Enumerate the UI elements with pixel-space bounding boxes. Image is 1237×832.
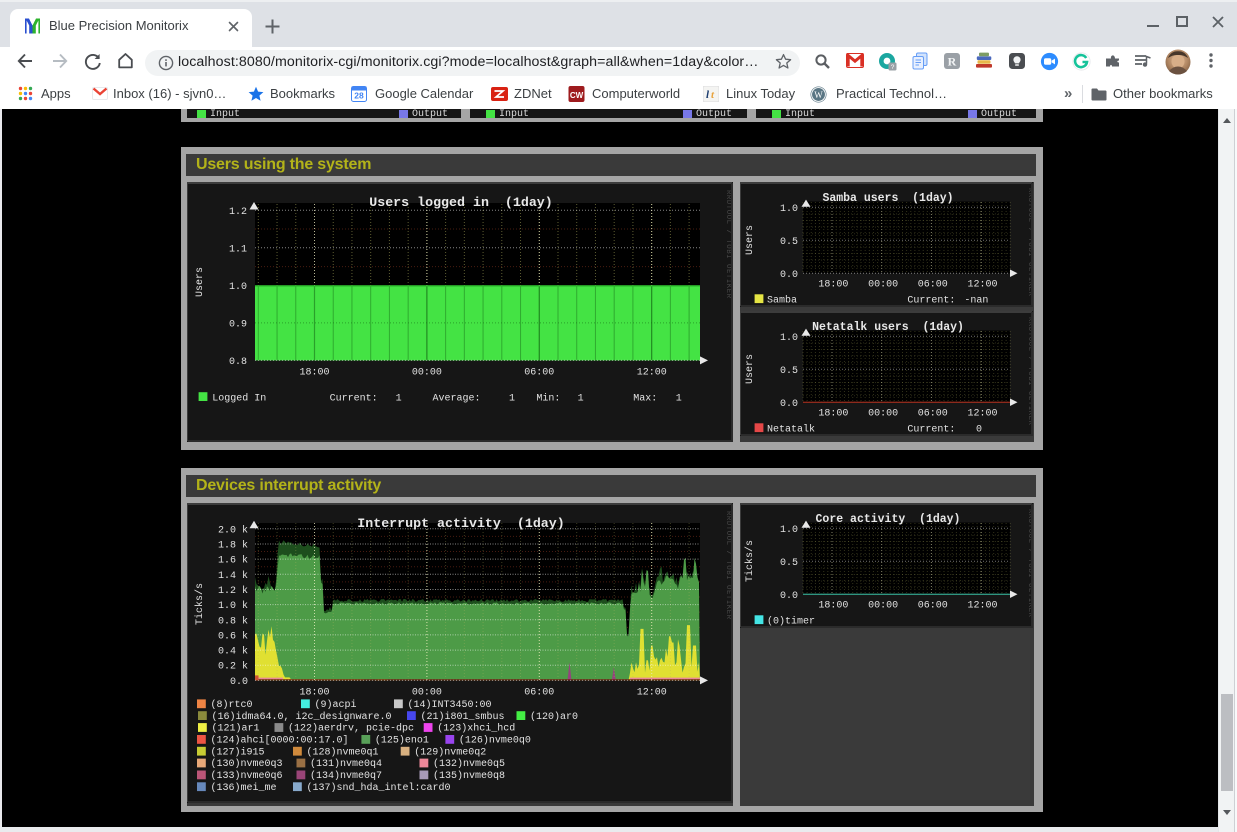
svg-text:12:00: 12:00 xyxy=(967,280,997,291)
svg-text:1.0: 1.0 xyxy=(780,525,798,536)
svg-text:(21)i801_smbus: (21)i801_smbus xyxy=(421,711,505,723)
svg-text:Users: Users xyxy=(745,225,756,255)
svg-text:06:00: 06:00 xyxy=(918,601,948,612)
svg-text:0.4 k: 0.4 k xyxy=(218,646,248,658)
svg-text:RRDTOOL / TOBI OETIKER: RRDTOOL / TOBI OETIKER xyxy=(724,511,732,620)
svg-text:Ticks/s: Ticks/s xyxy=(194,583,206,625)
svg-text:(0)timer: (0)timer xyxy=(767,616,815,628)
svg-text:Average:: Average: xyxy=(433,394,481,405)
svg-text:18:00: 18:00 xyxy=(818,409,848,420)
svg-text:0.2 k: 0.2 k xyxy=(218,661,248,673)
svg-text:12:00: 12:00 xyxy=(637,368,667,379)
svg-text:(125)eno1: (125)eno1 xyxy=(375,735,429,747)
svg-text:00:00: 00:00 xyxy=(412,687,442,698)
svg-text:1.6 k: 1.6 k xyxy=(218,555,248,567)
svg-text:1.0: 1.0 xyxy=(780,204,798,215)
svg-text:(121)ar1: (121)ar1 xyxy=(212,723,260,735)
svg-text:06:00: 06:00 xyxy=(918,280,948,291)
svg-text:(129)nvme0q2: (129)nvme0q2 xyxy=(414,746,486,758)
svg-text:0.8 k: 0.8 k xyxy=(218,615,248,627)
svg-text:1.0: 1.0 xyxy=(780,333,798,344)
svg-text:(16)idma64.0, i2c_designware.0: (16)idma64.0, i2c_designware.0 xyxy=(212,711,392,723)
svg-text:(122)aerdrv, pcie-dpc: (122)aerdrv, pcie-dpc xyxy=(288,723,414,735)
svg-text:0.5: 0.5 xyxy=(780,366,798,377)
svg-text:1: 1 xyxy=(396,394,402,405)
svg-text:0.5: 0.5 xyxy=(780,558,798,569)
svg-text:Netatalk users (1day): Netatalk users (1day) xyxy=(812,321,964,334)
svg-text:(128)nvme0q1: (128)nvme0q1 xyxy=(307,746,379,758)
svg-text:Current:: Current: xyxy=(330,394,378,405)
svg-text:18:00: 18:00 xyxy=(299,368,329,379)
svg-text:1.0: 1.0 xyxy=(229,282,247,293)
svg-text:1: 1 xyxy=(578,394,584,405)
svg-text:1.2 k: 1.2 k xyxy=(218,585,248,597)
svg-text:06:00: 06:00 xyxy=(918,409,948,420)
svg-text:(136)mei_me: (136)mei_me xyxy=(211,782,277,794)
svg-text:Samba users (1day): Samba users (1day) xyxy=(822,192,953,205)
svg-text:2.0 k: 2.0 k xyxy=(218,524,248,536)
svg-text:Users logged in (1day): Users logged in (1day) xyxy=(369,195,553,210)
svg-text:00:00: 00:00 xyxy=(868,601,898,612)
svg-text:(9)acpi: (9)acpi xyxy=(315,699,357,711)
svg-text:06:00: 06:00 xyxy=(524,368,554,379)
svg-text:0.0: 0.0 xyxy=(780,399,798,410)
svg-text:?: ? xyxy=(891,64,895,71)
svg-text:0.0: 0.0 xyxy=(780,591,798,602)
svg-text:W: W xyxy=(814,90,823,100)
svg-text:RRDTOOL / TOBI OETIKER: RRDTOOL / TOBI OETIKER xyxy=(724,190,732,299)
svg-text:Logged In: Logged In xyxy=(212,393,266,405)
svg-text:00:00: 00:00 xyxy=(868,280,898,291)
svg-text:1.1: 1.1 xyxy=(229,244,247,255)
svg-text:Ticks/s: Ticks/s xyxy=(744,540,756,582)
svg-text:Netatalk: Netatalk xyxy=(767,424,815,436)
svg-text:Users: Users xyxy=(195,267,206,297)
svg-text:18:00: 18:00 xyxy=(299,687,329,698)
svg-text:CW: CW xyxy=(570,91,584,100)
svg-text:0.8: 0.8 xyxy=(229,357,247,368)
svg-text:(130)nvme0q3: (130)nvme0q3 xyxy=(211,758,283,770)
svg-text:(123)xhci_hcd: (123)xhci_hcd xyxy=(437,723,515,735)
svg-text:00:00: 00:00 xyxy=(412,368,442,379)
svg-text:(137)snd_hda_intel:card0: (137)snd_hda_intel:card0 xyxy=(307,782,451,794)
svg-text:(134)nvme0q7: (134)nvme0q7 xyxy=(310,770,382,782)
svg-text:Core activity (1day): Core activity (1day) xyxy=(816,513,961,526)
svg-text:0.0: 0.0 xyxy=(230,677,248,688)
svg-text:18:00: 18:00 xyxy=(818,601,848,612)
svg-text:1: 1 xyxy=(509,394,515,405)
svg-text:12:00: 12:00 xyxy=(967,409,997,420)
svg-text:0.9: 0.9 xyxy=(229,319,247,330)
svg-text:(124)ahci[0000:00:17.0]: (124)ahci[0000:00:17.0] xyxy=(211,735,349,747)
svg-text:Min:: Min: xyxy=(536,393,560,405)
svg-text:(14)INT3450:00: (14)INT3450:00 xyxy=(408,699,492,711)
svg-text:12:00: 12:00 xyxy=(967,601,997,612)
svg-text:0.6 k: 0.6 k xyxy=(218,630,248,642)
svg-text:00:00: 00:00 xyxy=(868,409,898,420)
svg-text:1: 1 xyxy=(676,394,682,405)
svg-text:(127)i915: (127)i915 xyxy=(211,746,265,758)
svg-text:Users: Users xyxy=(745,354,756,384)
svg-text:(126)nvme0q0: (126)nvme0q0 xyxy=(459,735,531,747)
svg-text:18:00: 18:00 xyxy=(818,280,848,291)
svg-text:Interrupt activity (1day): Interrupt activity (1day) xyxy=(357,516,564,531)
svg-text:(132)nvme0q5: (132)nvme0q5 xyxy=(433,758,505,770)
svg-text:(131)nvme0q4: (131)nvme0q4 xyxy=(310,758,382,770)
svg-text:Samba: Samba xyxy=(767,295,797,307)
svg-text:0.0: 0.0 xyxy=(780,270,798,281)
svg-text:R: R xyxy=(948,55,957,69)
svg-text:06:00: 06:00 xyxy=(524,687,554,698)
svg-text:1.8 k: 1.8 k xyxy=(218,539,248,551)
svg-text:(135)nvme0q8: (135)nvme0q8 xyxy=(433,770,505,782)
svg-text:28: 28 xyxy=(354,91,364,101)
svg-text:1.4 k: 1.4 k xyxy=(218,570,248,582)
svg-text:(120)ar0: (120)ar0 xyxy=(530,711,578,723)
svg-text:1.0 k: 1.0 k xyxy=(218,600,248,612)
svg-text:(133)nvme0q6: (133)nvme0q6 xyxy=(211,770,283,782)
svg-text:0.5: 0.5 xyxy=(780,237,798,248)
svg-text:(8)rtc0: (8)rtc0 xyxy=(211,699,253,711)
svg-text:12:00: 12:00 xyxy=(637,687,667,698)
svg-text:1.2: 1.2 xyxy=(229,207,247,218)
svg-text:Max:: Max: xyxy=(633,394,657,405)
